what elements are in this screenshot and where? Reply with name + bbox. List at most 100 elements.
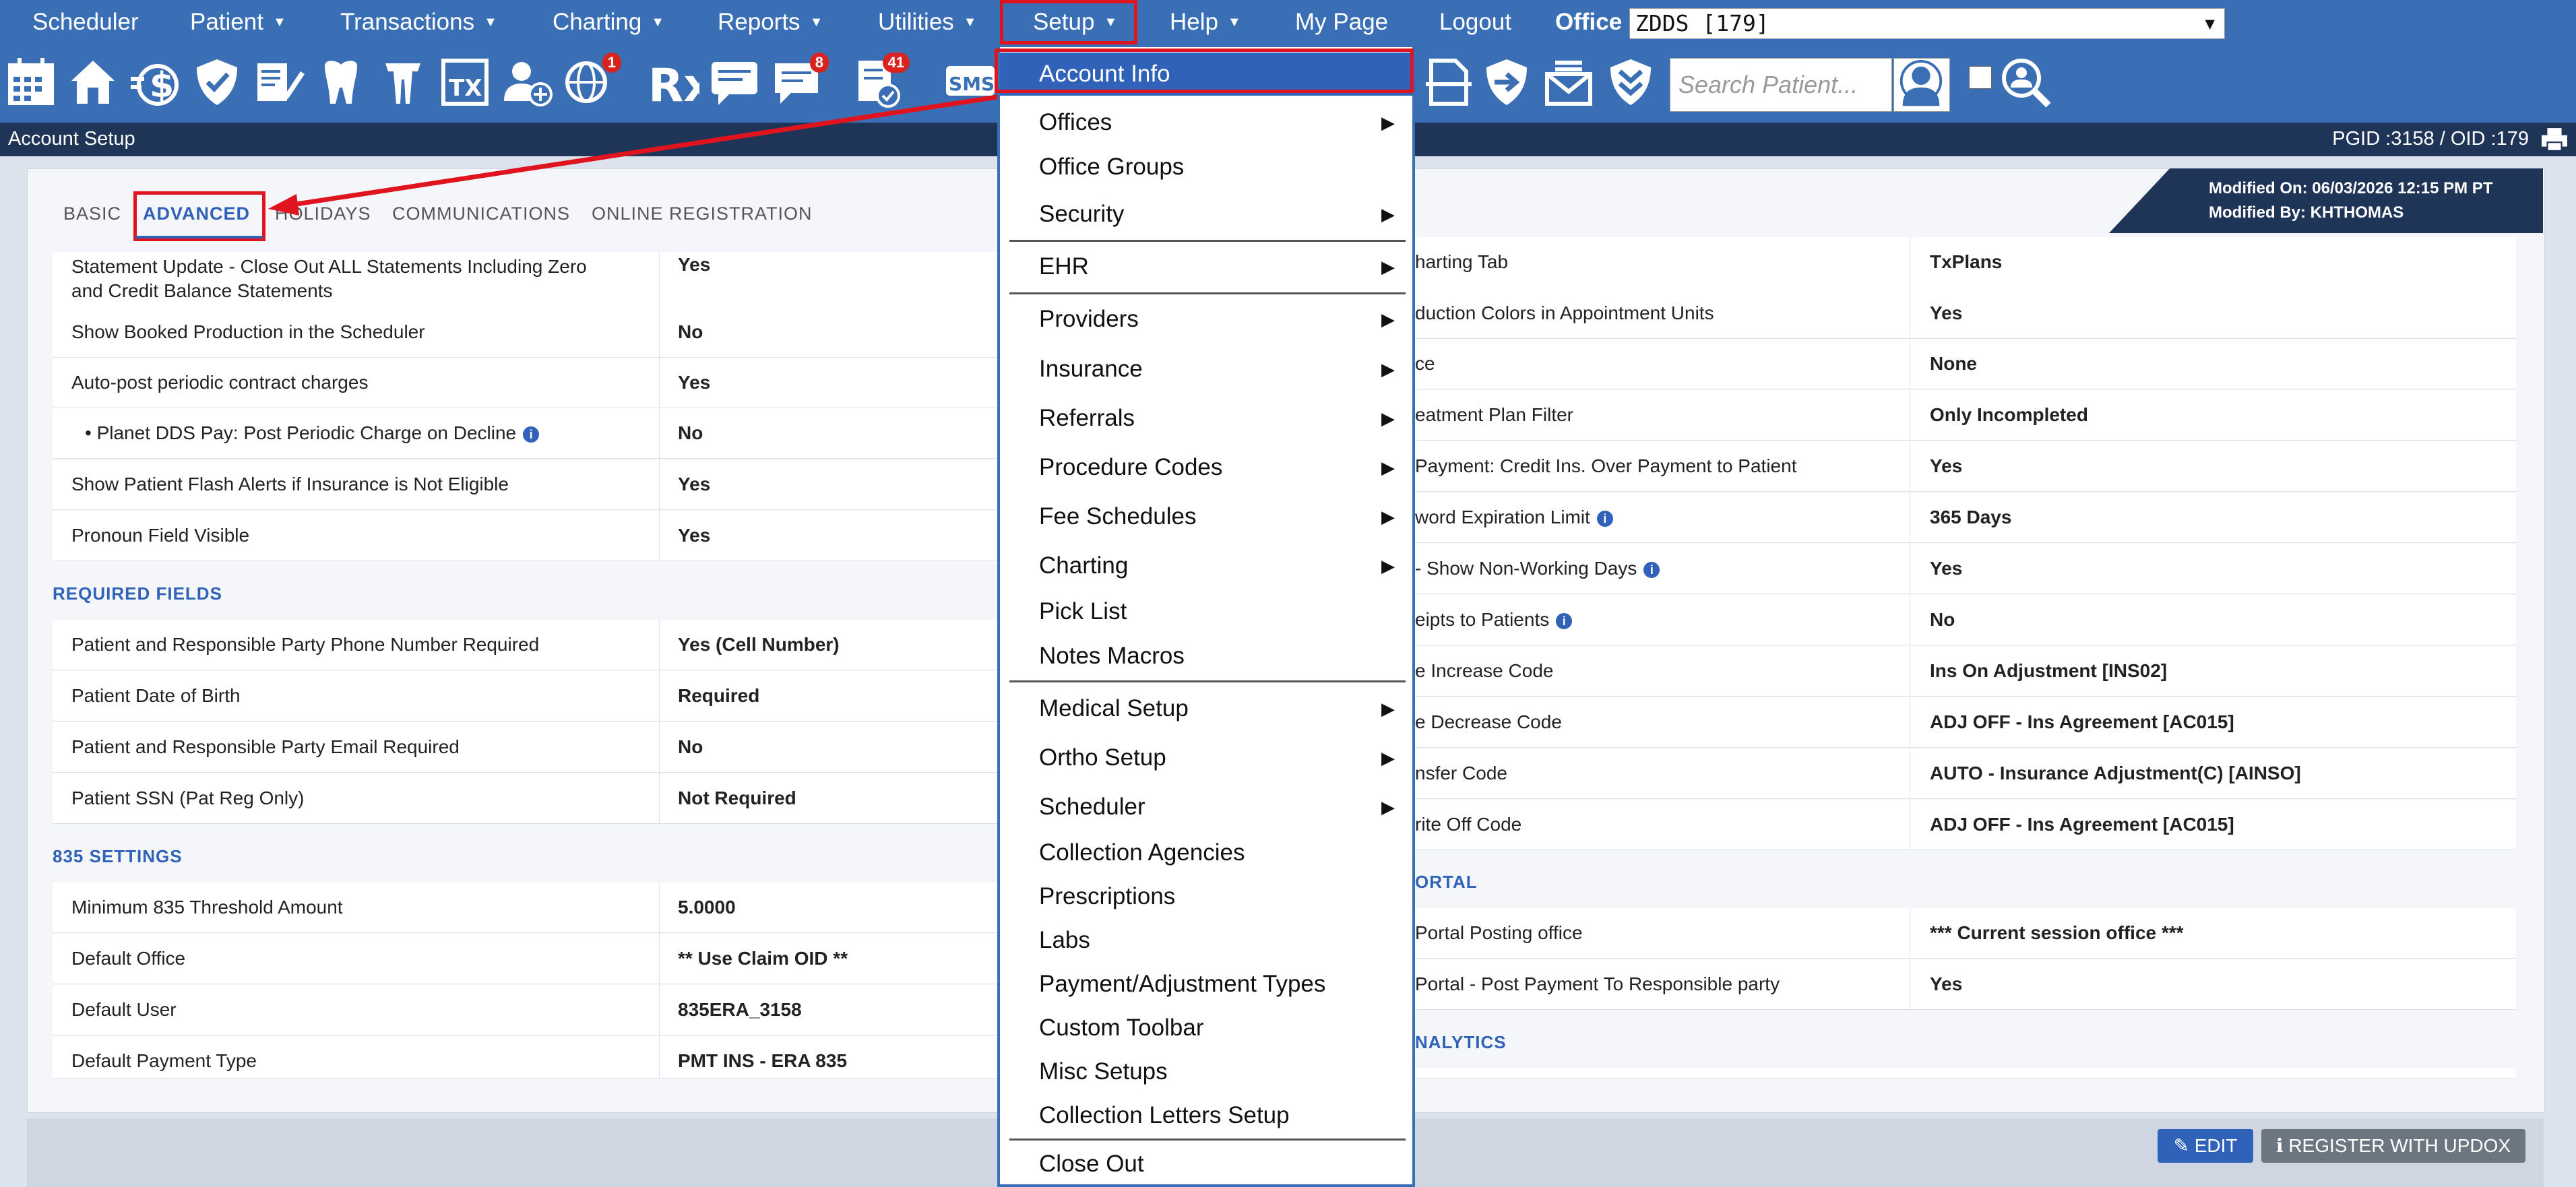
setting-value: No	[678, 321, 703, 342]
menu-label: Scheduler	[32, 9, 139, 35]
toolbar-checkbox[interactable]	[1969, 66, 1992, 89]
tab-basic[interactable]: BASIC	[63, 203, 121, 224]
column-divider	[659, 934, 660, 984]
menu-label: Setup	[1033, 9, 1095, 35]
menu-my-page[interactable]: My Page	[1295, 0, 1388, 44]
register-updox-button[interactable]: ℹ REGISTER WITH UPDOX	[2261, 1129, 2525, 1163]
menu-scheduler[interactable]: Scheduler	[32, 0, 139, 44]
menu-label: My Page	[1295, 9, 1389, 35]
tooth-chart-icon[interactable]	[376, 55, 430, 109]
menu-item-referrals[interactable]: Referrals ▶	[1000, 397, 1412, 440]
account-info-highlight-box	[995, 49, 1414, 93]
setting-row: Default Payment Type PMT INS - ERA 835	[53, 1036, 1019, 1079]
info-icon[interactable]: i	[1643, 561, 1660, 578]
tx-plan-icon[interactable]: TX	[438, 55, 492, 109]
menu-item-labs[interactable]: Labs	[1000, 919, 1412, 962]
menu-item-close-out[interactable]: Close Out	[1000, 1143, 1412, 1186]
info-icon[interactable]: i	[1596, 510, 1613, 527]
menu-item-providers[interactable]: Providers ▶	[1000, 298, 1412, 341]
search-patient-input[interactable]: Search Patient...	[1670, 58, 1892, 112]
menu-item-prescriptions[interactable]: Prescriptions	[1000, 875, 1412, 918]
tooth-icon[interactable]	[314, 55, 368, 109]
setting-value: Yes	[678, 254, 711, 275]
menu-item-ortho-setup[interactable]: Ortho Setup ▶	[1000, 736, 1412, 779]
menu-item-payment-adjustment-types[interactable]: Payment/Adjustment Types	[1000, 963, 1412, 1006]
mail-list-icon[interactable]	[1542, 55, 1596, 109]
menu-item-label: Misc Setups	[1039, 1058, 1168, 1085]
menu-item-custom-toolbar[interactable]: Custom Toolbar	[1000, 1006, 1412, 1050]
chevrons-down-icon[interactable]	[1604, 55, 1658, 109]
menu-item-label: Collection Letters Setup	[1039, 1102, 1290, 1128]
tasks-icon[interactable]: 41	[850, 53, 910, 109]
document-scan-icon[interactable]	[1420, 55, 1474, 109]
tab-holidays[interactable]: HOLIDAYS	[275, 203, 371, 224]
menu-item-fee-schedules[interactable]: Fee Schedules ▶	[1000, 495, 1412, 538]
menu-item-offices[interactable]: Offices ▶	[1000, 101, 1412, 144]
menu-logout[interactable]: Logout	[1439, 0, 1511, 44]
menu-transactions[interactable]: Transactions ▼	[340, 0, 497, 44]
menu-item-label: Security	[1039, 201, 1125, 227]
setting-label: Patient and Responsible Party Phone Numb…	[71, 634, 540, 655]
menu-divider	[1009, 680, 1406, 682]
menu-item-collection-agencies[interactable]: Collection Agencies	[1000, 831, 1412, 874]
sms-icon[interactable]: SMS	[943, 55, 997, 109]
setting-value: Yes	[678, 372, 711, 393]
menu-item-scheduler[interactable]: Scheduler ▶	[1000, 785, 1412, 829]
chat-icon[interactable]	[708, 55, 761, 109]
add-patient-icon[interactable]	[500, 55, 554, 109]
menu-item-medical-setup[interactable]: Medical Setup ▶	[1000, 687, 1412, 730]
setting-label: Default Payment Type	[71, 1050, 257, 1071]
column-divider	[659, 722, 660, 772]
tab-online-registration[interactable]: ONLINE REGISTRATION	[592, 203, 813, 224]
menu-item-charting[interactable]: Charting ▶	[1000, 544, 1412, 587]
globe-icon[interactable]: 1	[562, 53, 621, 109]
menu-item-ehr[interactable]: EHR ▶	[1000, 245, 1412, 288]
setting-value: *** Current session office ***	[1930, 922, 2184, 943]
calendar-icon[interactable]	[4, 55, 58, 109]
menu-item-collection-letters-setup[interactable]: Collection Letters Setup	[1000, 1094, 1412, 1137]
menu-item-insurance[interactable]: Insurance ▶	[1000, 348, 1412, 391]
menu-charting[interactable]: Charting ▼	[553, 0, 664, 44]
menu-item-security[interactable]: Security ▶	[1000, 193, 1412, 236]
billing-icon[interactable]: $	[128, 55, 182, 109]
setting-row: duction Colors in Appointment Units Yes	[1415, 288, 2516, 339]
active-tab-underline	[135, 236, 263, 238]
menu-item-label: Charting	[1039, 552, 1129, 579]
rx-icon[interactable]: Rx	[646, 55, 713, 113]
menu-item-procedure-codes[interactable]: Procedure Codes ▶	[1000, 446, 1412, 489]
menu-item-notes-macros[interactable]: Notes Macros	[1000, 635, 1412, 678]
messages-icon[interactable]: 8	[769, 53, 829, 109]
setting-value: Required	[678, 685, 760, 706]
info-circle-icon: ℹ	[2275, 1135, 2289, 1156]
shield-arrow-icon[interactable]	[1480, 55, 1534, 109]
setting-label: Patient and Responsible Party Email Requ…	[71, 736, 460, 757]
info-icon[interactable]: i	[523, 426, 540, 443]
setting-label-text: - Show Non-Working Days	[1415, 558, 1637, 579]
menu-item-label: Fee Schedules	[1039, 503, 1197, 530]
insurance-shield-icon[interactable]	[190, 55, 244, 109]
group-search-icon[interactable]	[1999, 55, 2052, 109]
setting-row: e Decrease Code ADJ OFF - Ins Agreement […	[1415, 697, 2516, 748]
print-icon[interactable]	[2540, 127, 2569, 152]
setting-label: ce	[1415, 353, 1435, 374]
setting-label: Patient Date of Birth	[71, 685, 241, 706]
setting-value: ** Use Claim OID **	[678, 948, 848, 969]
menu-utilities[interactable]: Utilities ▼	[878, 0, 977, 44]
info-icon[interactable]: i	[1556, 612, 1573, 629]
patient-search-button[interactable]	[1893, 58, 1950, 112]
setting-row: Statement Update - Close Out ALL Stateme…	[53, 252, 1019, 308]
menu-patient[interactable]: Patient ▼	[190, 0, 286, 44]
menu-item-pick-list[interactable]: Pick List	[1000, 590, 1412, 633]
tab-communications[interactable]: COMMUNICATIONS	[392, 203, 570, 224]
menu-setup[interactable]: Setup ▼	[1000, 0, 1137, 44]
menu-item-misc-setups[interactable]: Misc Setups	[1000, 1050, 1412, 1093]
setting-label: - Show Non-Working Days i	[1415, 544, 1660, 594]
home-icon[interactable]	[66, 55, 120, 109]
menu-help[interactable]: Help ▼	[1170, 0, 1241, 44]
notes-edit-icon[interactable]	[252, 55, 306, 109]
office-select[interactable]: ZDDS [179] ▼	[1629, 8, 2225, 39]
edit-button[interactable]: ✎ EDIT	[2158, 1129, 2253, 1163]
menu-divider	[1009, 240, 1406, 242]
menu-reports[interactable]: Reports ▼	[718, 0, 823, 44]
menu-item-office-groups[interactable]: Office Groups	[1000, 146, 1412, 189]
